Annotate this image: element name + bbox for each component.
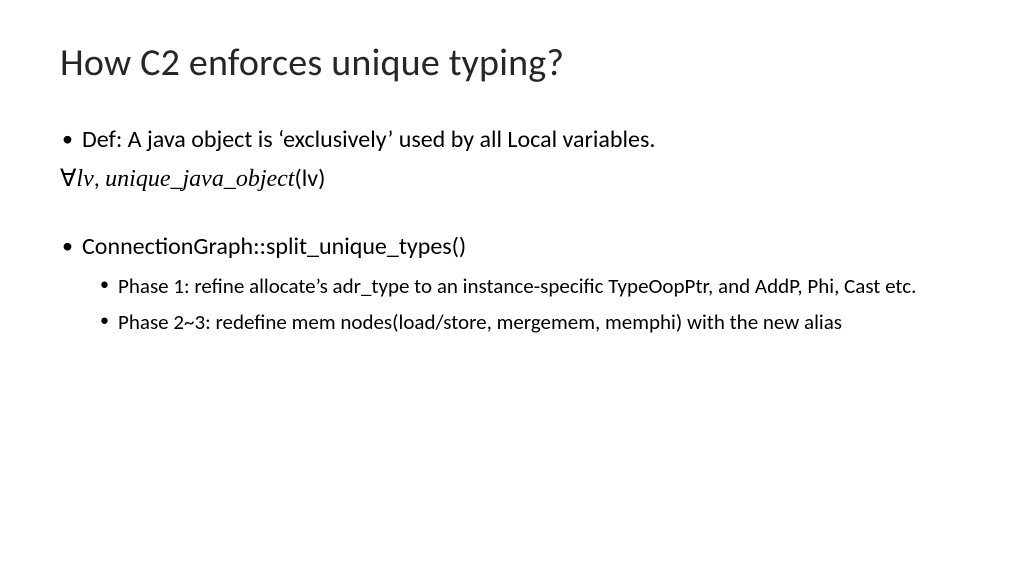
content-list: Def: A java object is ‘exclusively’ used… bbox=[60, 124, 964, 156]
bullet-definition: Def: A java object is ‘exclusively’ used… bbox=[60, 124, 964, 156]
bullet-conngraph: ConnectionGraph::split_unique_types() bbox=[60, 231, 964, 263]
formula-func: unique_java_object bbox=[105, 166, 294, 192]
slide-title: How C2 enforces unique typing? bbox=[60, 40, 964, 86]
formula-arg: (lv) bbox=[294, 164, 325, 193]
bullet-phase23: Phase 2~3: redefine mem nodes(load/store… bbox=[60, 308, 964, 336]
content-list-2: ConnectionGraph::split_unique_types() Ph… bbox=[60, 231, 964, 336]
formula-lv: lv bbox=[76, 166, 93, 192]
bullet-phase1: Phase 1: refine allocate’s adr_type to a… bbox=[60, 272, 964, 300]
formula-comma: , bbox=[94, 164, 105, 193]
forall-symbol: ∀ bbox=[60, 166, 76, 192]
formula-line: ∀lv, unique_java_object(lv) bbox=[60, 164, 964, 193]
